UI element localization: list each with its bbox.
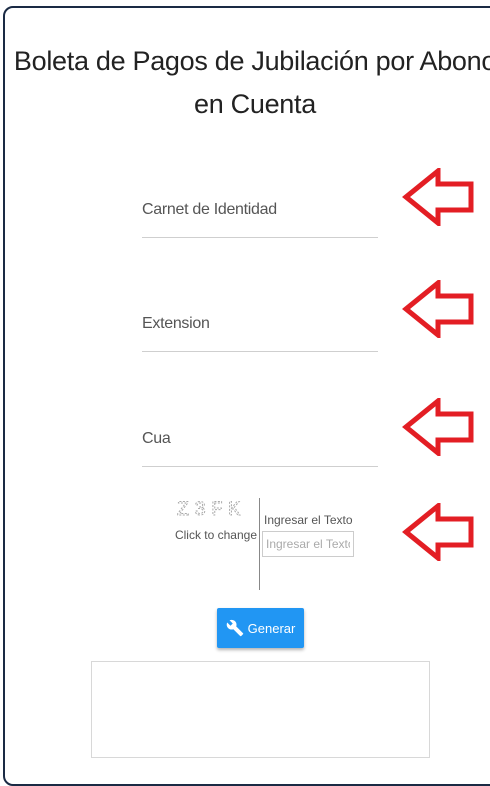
carnet-label: Carnet de Identidad xyxy=(142,201,277,218)
extension-field[interactable]: Extension xyxy=(142,312,378,352)
result-box xyxy=(91,661,430,758)
captcha-image[interactable]: Z3FK xyxy=(165,498,257,521)
captcha-input[interactable] xyxy=(262,531,354,557)
annotation-arrow-left-icon xyxy=(402,168,474,226)
captcha-change-link[interactable]: Click to change xyxy=(165,528,257,542)
extension-label: Extension xyxy=(142,315,210,332)
captcha-divider xyxy=(259,498,260,590)
captcha-input-label: Ingresar el Texto xyxy=(264,513,353,527)
captcha-text: Z3FK xyxy=(177,499,245,520)
annotation-arrow-left-icon xyxy=(402,503,474,561)
annotation-arrow-left-icon xyxy=(402,398,474,456)
page-title: Boleta de Pagos de Jubilación por Abono … xyxy=(13,46,490,119)
carnet-field[interactable]: Carnet de Identidad xyxy=(142,198,378,238)
cua-field[interactable]: Cua xyxy=(142,427,378,467)
annotation-arrow-left-icon xyxy=(402,280,474,338)
form-card: Boleta de Pagos de Jubilación por Abono … xyxy=(3,6,490,786)
wrench-icon xyxy=(226,619,243,637)
generate-button[interactable]: Generar xyxy=(217,608,304,648)
cua-label: Cua xyxy=(142,430,171,447)
generate-label: Generar xyxy=(247,620,296,636)
